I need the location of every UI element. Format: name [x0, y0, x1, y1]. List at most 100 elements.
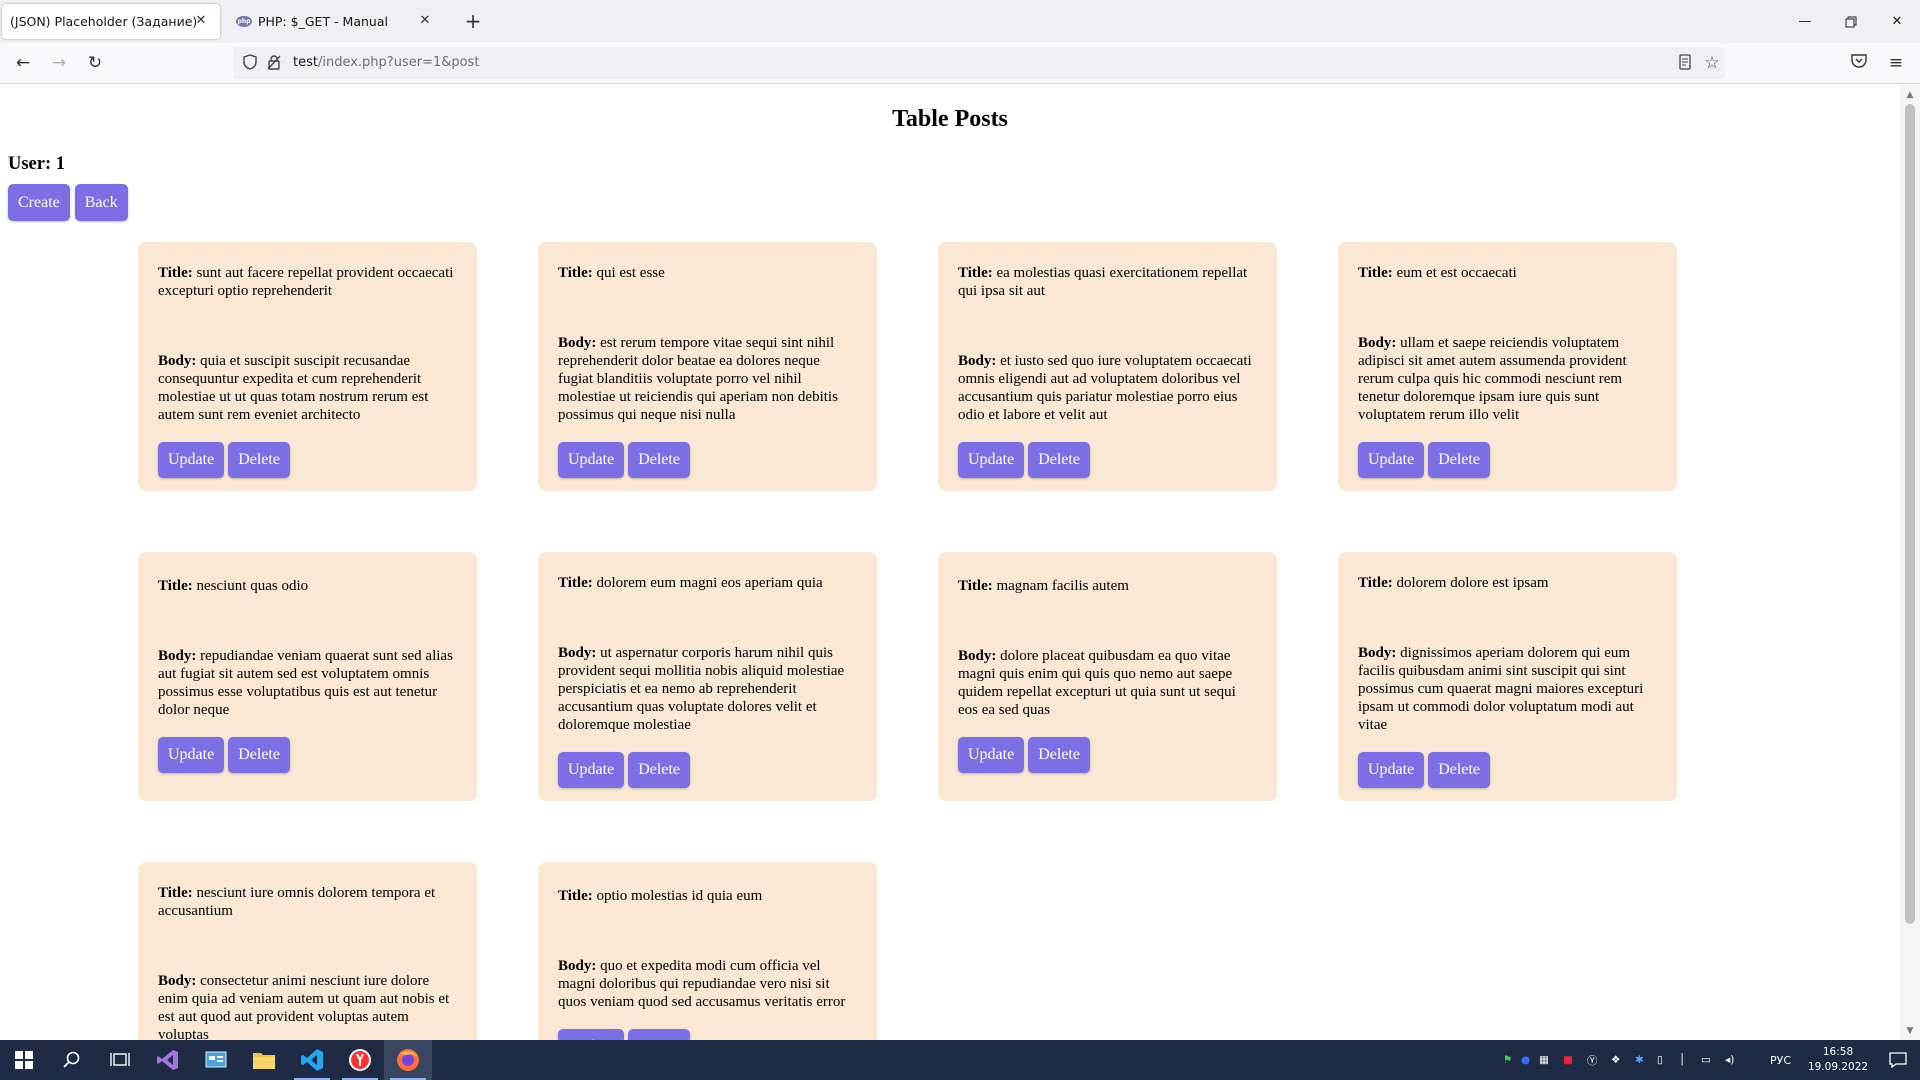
post-body: Body: dolore placeat quibusdam ea quo vi… [958, 647, 1257, 719]
delete-button[interactable]: Delete [628, 752, 690, 788]
visual-studio-icon[interactable] [144, 1040, 192, 1080]
update-button[interactable]: Update [1358, 442, 1425, 478]
notifications-icon[interactable] [1878, 1040, 1918, 1080]
delete-button[interactable]: Delete [628, 442, 690, 478]
tab-json-placeholder[interactable]: (JSON) Placeholder (Задание) ✕ [2, 4, 220, 39]
tab-close-icon[interactable]: ✕ [192, 12, 210, 30]
control-panel-icon[interactable] [192, 1040, 240, 1080]
restore-icon[interactable] [1828, 0, 1874, 43]
create-button[interactable]: Create [8, 184, 70, 221]
tab-php-manual[interactable]: php PHP: $_GET - Manual ✕ [226, 4, 444, 39]
body-prefix: Body: [1358, 645, 1397, 661]
post-title: Title: nesciunt quas odio [158, 577, 457, 595]
keyboard-tray-icon[interactable]: ▦ [1539, 1054, 1563, 1066]
body-prefix: Body: [558, 958, 597, 974]
back-arrow-icon[interactable]: ← [9, 49, 37, 77]
pocket-icon[interactable] [1845, 49, 1873, 77]
bookmark-star-icon[interactable]: ☆ [1703, 54, 1721, 72]
delete-button[interactable]: Delete [1028, 442, 1090, 478]
post-card: Title: sunt aut facere repellat providen… [138, 242, 477, 491]
minimize-icon[interactable]: — [1782, 0, 1828, 43]
title-prefix: Title: [558, 888, 593, 904]
new-tab-button[interactable]: + [461, 10, 485, 34]
post-body: Body: quo et expedita modi cum officia v… [558, 957, 857, 1011]
title-prefix: Title: [1358, 265, 1393, 281]
update-button[interactable]: Update [558, 442, 625, 478]
delete-button[interactable]: Delete [228, 737, 290, 773]
close-window-icon[interactable]: ✕ [1874, 0, 1920, 43]
tab-close-icon[interactable]: ✕ [416, 12, 434, 30]
tab-label: (JSON) Placeholder (Задание) [10, 14, 198, 29]
body-prefix: Body: [158, 973, 197, 989]
hamburger-menu-icon[interactable]: ≡ [1882, 49, 1910, 77]
title-prefix: Title: [158, 265, 193, 281]
page-title: Table Posts [892, 106, 1008, 132]
adobe-tray-icon[interactable]: ■ [1563, 1054, 1587, 1066]
bluetooth-icon[interactable]: ✱ [1635, 1054, 1657, 1066]
post-title-text: nesciunt quas odio [196, 578, 309, 594]
flag-icon[interactable]: ⚑ [1503, 1054, 1521, 1066]
vscode-icon[interactable] [288, 1040, 336, 1080]
usb-device-icon[interactable]: ▯ [1657, 1054, 1679, 1066]
dropbox-tray-icon[interactable]: ❖ [1611, 1054, 1635, 1066]
update-button[interactable]: Update [158, 737, 225, 773]
address-bar[interactable]: test/index.php?user=1&post ☆ [233, 47, 1725, 79]
post-body-text: et iusto sed quo iure voluptatem occaeca… [958, 353, 1252, 423]
delete-button[interactable]: Delete [1428, 752, 1490, 788]
post-title-text: dolorem eum magni eos aperiam quia [596, 575, 823, 591]
task-view-icon[interactable] [96, 1040, 144, 1080]
delete-button[interactable]: Delete [228, 442, 290, 478]
microphone-icon[interactable]: │ [1679, 1054, 1701, 1066]
scroll-up-icon[interactable]: ▲ [1903, 88, 1917, 102]
title-prefix: Title: [958, 265, 993, 281]
tray-icons: ⚑ ● ▦ ■ Ⓨ ❖ ✱ ▯ │ ▭ ◂) [1503, 1040, 1747, 1080]
post-title: Title: nesciunt iure omnis dolorem tempo… [158, 884, 457, 920]
file-explorer-icon[interactable] [240, 1040, 288, 1080]
scrollbar-thumb[interactable] [1905, 104, 1915, 924]
update-button[interactable]: Update [958, 737, 1025, 773]
url-text[interactable]: test/index.php?user=1&post [293, 54, 479, 72]
post-title-text: dolorem dolore est ipsam [1396, 575, 1549, 591]
navigation-toolbar: ← → ↻ test/index.php?user=1&post ☆ ≡ [0, 43, 1920, 84]
post-body: Body: et iusto sed quo iure voluptatem o… [958, 352, 1257, 424]
update-button[interactable]: Update [1358, 752, 1425, 788]
search-icon[interactable] [48, 1040, 96, 1080]
insecure-lock-icon[interactable] [265, 54, 283, 72]
tab-bar: (JSON) Placeholder (Задание) ✕ php PHP: … [0, 0, 1920, 43]
network-icon[interactable]: ▭ [1701, 1054, 1725, 1066]
reload-icon[interactable]: ↻ [81, 49, 109, 77]
title-prefix: Title: [158, 578, 193, 594]
post-body-text: consectetur animi nesciunt iure dolore e… [158, 973, 450, 1040]
post-card: Title: eum et est occaecati Body: ullam … [1338, 242, 1677, 491]
delete-button[interactable]: Delete [1028, 737, 1090, 773]
volume-icon[interactable]: ◂) [1725, 1054, 1747, 1066]
language-indicator[interactable]: РУС [1770, 1040, 1791, 1080]
forward-arrow-icon[interactable]: → [45, 49, 73, 77]
windows-start-icon[interactable] [0, 1040, 48, 1080]
update-button[interactable]: Update [158, 442, 225, 478]
reader-view-icon[interactable] [1676, 54, 1694, 72]
body-prefix: Body: [958, 648, 997, 664]
network-app-icon[interactable]: ● [1521, 1054, 1539, 1066]
post-title-text: optio molestias id quia eum [596, 888, 763, 904]
delete-button[interactable]: Delete [628, 1029, 690, 1040]
post-title-text: ea molestias quasi exercitationem repell… [958, 265, 1248, 299]
yandex-browser-icon[interactable] [336, 1040, 384, 1080]
shield-icon[interactable] [241, 54, 259, 72]
firefox-icon[interactable] [384, 1040, 432, 1080]
post-title-text: sunt aut facere repellat provident occae… [158, 265, 454, 299]
scroll-down-icon[interactable]: ▼ [1903, 1024, 1917, 1038]
clock[interactable]: 16:58 19.09.2022 [1808, 1040, 1868, 1080]
update-button[interactable]: Update [558, 1029, 625, 1040]
post-body-text: dolore placeat quibusdam ea quo vitae ma… [958, 648, 1236, 718]
post-body: Body: consectetur animi nesciunt iure do… [158, 972, 457, 1040]
back-button[interactable]: Back [74, 184, 128, 221]
post-title-text: qui est esse [596, 265, 665, 281]
delete-button[interactable]: Delete [1428, 442, 1490, 478]
update-button[interactable]: Update [558, 752, 625, 788]
update-button[interactable]: Update [958, 442, 1025, 478]
title-prefix: Title: [558, 575, 593, 591]
clock-time: 16:58 [1822, 1046, 1854, 1058]
yandex-tray-icon[interactable]: Ⓨ [1587, 1053, 1611, 1068]
top-actions: Create Back [8, 184, 128, 221]
